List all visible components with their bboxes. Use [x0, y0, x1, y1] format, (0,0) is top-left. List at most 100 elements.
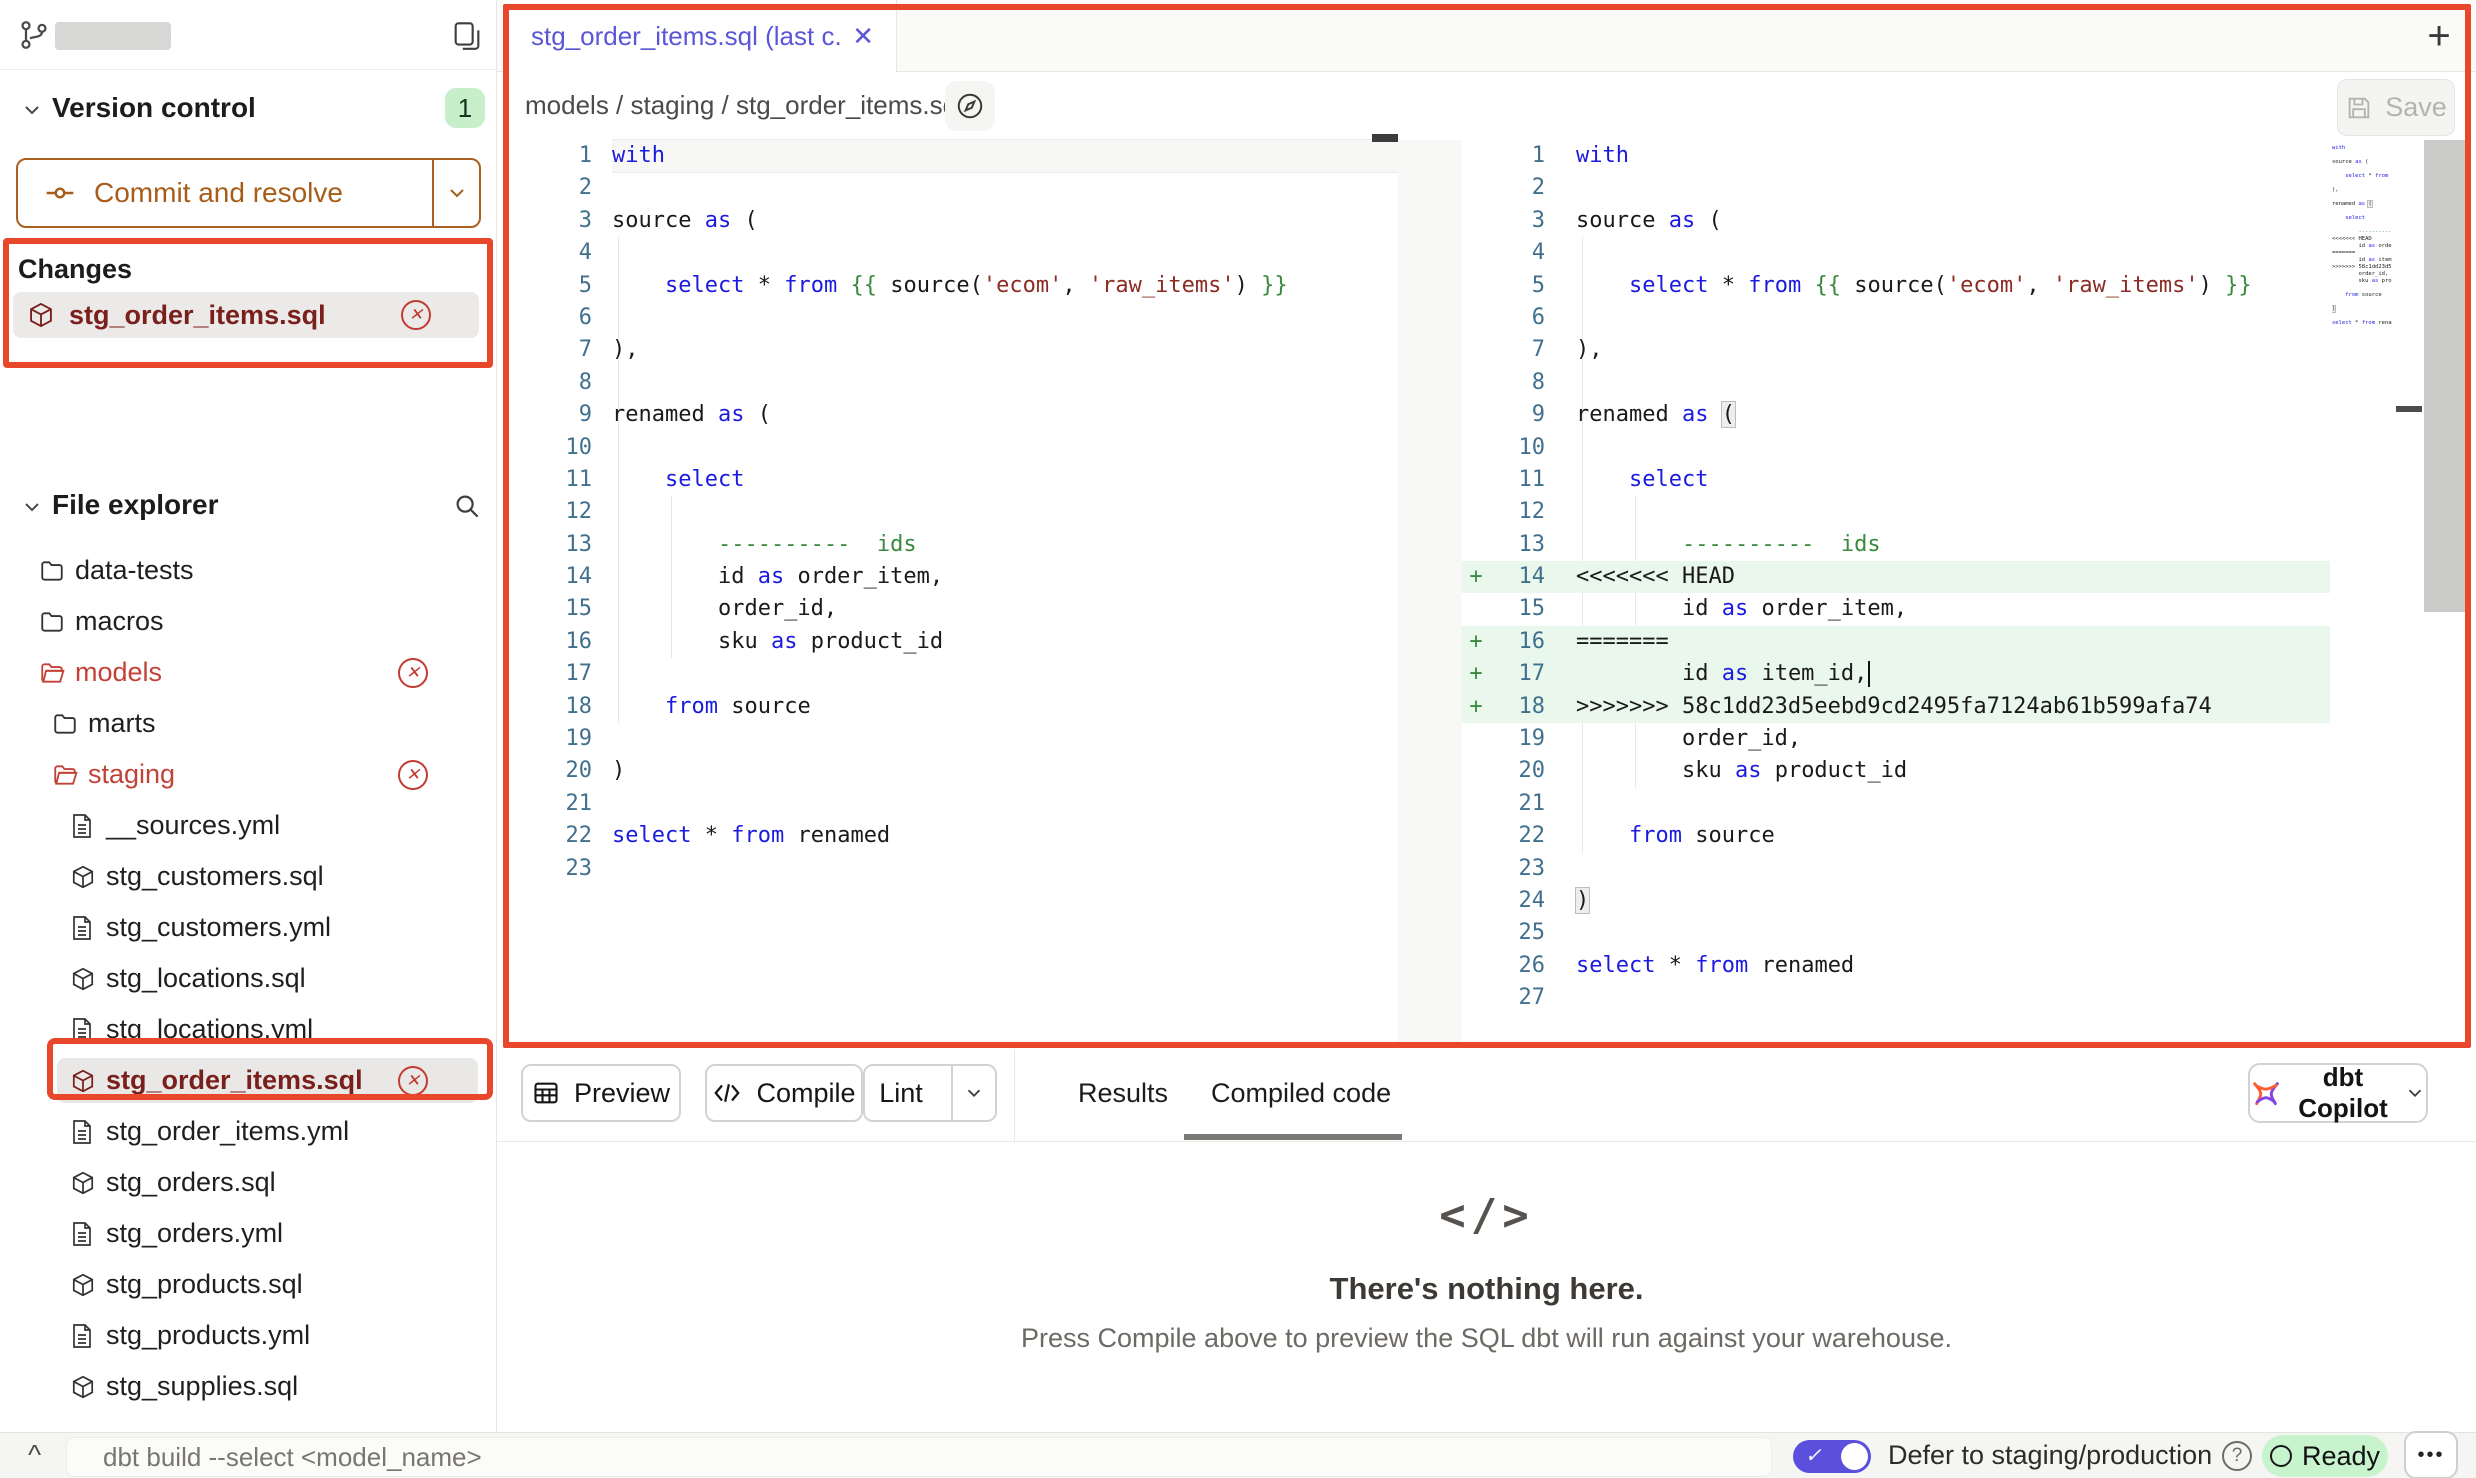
code-line[interactable]: 13 ---------- ids: [505, 529, 1398, 561]
code-line[interactable]: 16 sku as product_id: [505, 626, 1398, 658]
code-line[interactable]: 7),: [505, 334, 1398, 366]
changed-file-item[interactable]: stg_order_items.sql ✕: [13, 292, 479, 338]
code-line[interactable]: 2: [505, 172, 1398, 204]
code-line[interactable]: 25: [1462, 917, 2330, 949]
sidebar-item-stg-orders-yml[interactable]: stg_orders.yml: [0, 1208, 496, 1259]
code-line[interactable]: 14 id as order_item,: [505, 561, 1398, 593]
code-line[interactable]: 1with: [505, 140, 1398, 172]
code-line[interactable]: 22select * from renamed: [505, 820, 1398, 852]
code-line[interactable]: 10: [505, 432, 1398, 464]
chevron-up-icon[interactable]: ^: [28, 1439, 41, 1471]
sidebar-item-data-tests[interactable]: data-tests: [0, 545, 496, 596]
code-line[interactable]: 15 id as order_item,: [1462, 593, 2330, 625]
lint-button[interactable]: Lint: [863, 1064, 997, 1122]
tab-compiled-code[interactable]: Compiled code: [1211, 1078, 1391, 1109]
sidebar-item-stg-customers-yml[interactable]: stg_customers.yml: [0, 902, 496, 953]
code-line[interactable]: 26select * from renamed: [1462, 950, 2330, 982]
code-line[interactable]: 3source as (: [505, 205, 1398, 237]
discard-change-icon[interactable]: ✕: [398, 658, 428, 688]
discard-change-icon[interactable]: ✕: [398, 1066, 428, 1096]
code-line[interactable]: 23: [505, 853, 1398, 885]
sidebar-item-stg-products-sql[interactable]: stg_products.sql: [0, 1259, 496, 1310]
sidebar-item-stg-locations-yml[interactable]: stg_locations.yml: [0, 1004, 496, 1055]
code-line[interactable]: 4: [1462, 237, 2330, 269]
code-line[interactable]: 22 from source: [1462, 820, 2330, 852]
lineage-icon[interactable]: [945, 81, 995, 131]
sidebar-item-macros[interactable]: macros: [0, 596, 496, 647]
code-line[interactable]: 1with: [1462, 140, 2330, 172]
code-line[interactable]: 23: [1462, 853, 2330, 885]
code-line[interactable]: 8: [505, 367, 1398, 399]
code-line[interactable]: 6: [1462, 302, 2330, 334]
compile-button[interactable]: Compile: [705, 1064, 863, 1122]
code-line[interactable]: 21: [505, 788, 1398, 820]
minimap[interactable]: with source as ( select * from {{ source…: [2332, 145, 2392, 525]
code-line[interactable]: 10: [1462, 432, 2330, 464]
code-line[interactable]: 20): [505, 755, 1398, 787]
code-line[interactable]: 5 select * from {{ source('ecom', 'raw_i…: [1462, 270, 2330, 302]
code-line[interactable]: 15 order_id,: [505, 593, 1398, 625]
code-line[interactable]: 5 select * from {{ source('ecom', 'raw_i…: [505, 270, 1398, 302]
code-line[interactable]: 12: [505, 496, 1398, 528]
discard-change-icon[interactable]: ✕: [401, 300, 431, 330]
code-pane-original[interactable]: 1with23source as (45 select * from {{ so…: [505, 140, 1398, 885]
commit-and-resolve-button[interactable]: Commit and resolve: [16, 158, 481, 228]
code-line[interactable]: 7),: [1462, 334, 2330, 366]
code-line[interactable]: 27: [1462, 982, 2330, 1014]
close-icon[interactable]: ✕: [852, 21, 874, 52]
code-line[interactable]: 20 sku as product_id: [1462, 755, 2330, 787]
code-line[interactable]: 19 order_id,: [1462, 723, 2330, 755]
code-line[interactable]: +14<<<<<<< HEAD: [1462, 561, 2330, 593]
code-line[interactable]: 18 from source: [505, 691, 1398, 723]
sidebar-item-stg-locations-sql[interactable]: stg_locations.sql: [0, 953, 496, 1004]
sidebar-item-stg-customers-sql[interactable]: stg_customers.sql: [0, 851, 496, 902]
code-line[interactable]: 8: [1462, 367, 2330, 399]
sidebar-item-models[interactable]: models✕: [0, 647, 496, 698]
discard-change-icon[interactable]: ✕: [398, 760, 428, 790]
editor-scrollbar[interactable]: [2424, 140, 2468, 612]
code-line[interactable]: 2: [1462, 172, 2330, 204]
code-line[interactable]: 11 select: [1462, 464, 2330, 496]
save-button[interactable]: Save: [2337, 79, 2455, 136]
sidebar-item-stg-order-items-yml[interactable]: stg_order_items.yml: [0, 1106, 496, 1157]
code-pane-modified[interactable]: 1with23source as (45 select * from {{ so…: [1462, 140, 2330, 1015]
code-line[interactable]: 9renamed as (: [1462, 399, 2330, 431]
code-line[interactable]: +16=======: [1462, 626, 2330, 658]
sidebar-item-stg-products-yml[interactable]: stg_products.yml: [0, 1310, 496, 1361]
sidebar-item-staging[interactable]: staging✕: [0, 749, 496, 800]
code-line[interactable]: 3source as (: [1462, 205, 2330, 237]
defer-toggle[interactable]: ✓: [1793, 1440, 1871, 1473]
sidebar-item-marts[interactable]: marts: [0, 698, 496, 749]
sidebar-item-stg-supplies-sql[interactable]: stg_supplies.sql: [0, 1361, 496, 1412]
sidebar-item-stg-orders-sql[interactable]: stg_orders.sql: [0, 1157, 496, 1208]
code-line[interactable]: 12: [1462, 496, 2330, 528]
file-explorer-section-header[interactable]: File explorer: [0, 485, 496, 529]
overflow-menu-button[interactable]: •••: [2404, 1431, 2458, 1478]
code-line[interactable]: 17: [505, 658, 1398, 690]
tab-results[interactable]: Results: [1078, 1078, 1168, 1109]
code-line[interactable]: 19: [505, 723, 1398, 755]
code-line[interactable]: 6: [505, 302, 1398, 334]
code-line[interactable]: 13 ---------- ids: [1462, 529, 2330, 561]
new-tab-button[interactable]: +: [2415, 12, 2463, 60]
preview-button[interactable]: Preview: [521, 1064, 681, 1122]
code-line[interactable]: 4: [505, 237, 1398, 269]
code-line[interactable]: 11 select: [505, 464, 1398, 496]
lint-dropdown-button[interactable]: [951, 1066, 995, 1120]
command-input[interactable]: [66, 1437, 1772, 1477]
dbt-copilot-button[interactable]: dbt Copilot: [2248, 1063, 2428, 1123]
status-badge[interactable]: Ready: [2262, 1435, 2388, 1477]
copy-icon[interactable]: [450, 19, 484, 53]
code-line[interactable]: +17 id as item_id,: [1462, 658, 2330, 690]
search-icon[interactable]: [452, 491, 482, 521]
sidebar-item-stg-order-items-sql[interactable]: stg_order_items.sql✕: [0, 1055, 496, 1106]
code-line[interactable]: 24): [1462, 885, 2330, 917]
left-pane-scrollbar-thumb[interactable]: [1372, 134, 1398, 142]
commit-dropdown-button[interactable]: [432, 160, 479, 226]
code-line[interactable]: 21: [1462, 788, 2330, 820]
sidebar-item--sources-yml[interactable]: __sources.yml: [0, 800, 496, 851]
code-line[interactable]: 9renamed as (: [505, 399, 1398, 431]
version-control-section-header[interactable]: Version control 1: [0, 88, 496, 132]
help-icon[interactable]: ?: [2222, 1441, 2252, 1471]
code-line[interactable]: +18>>>>>>> 58c1dd23d5eebd9cd2495fa7124ab…: [1462, 691, 2330, 723]
